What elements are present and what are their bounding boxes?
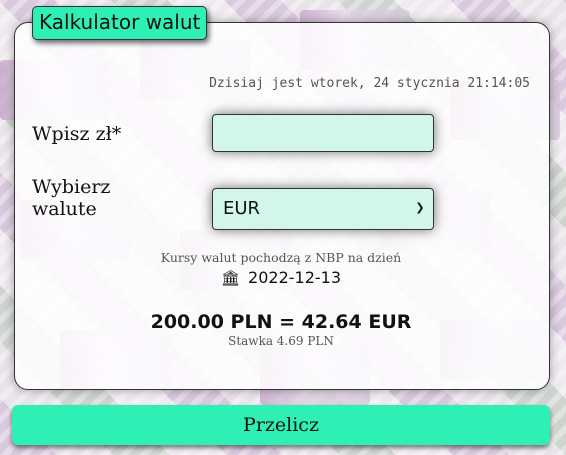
currency-selected-value: EUR (223, 198, 261, 219)
exchange-rate-text: Stawka 4.69 PLN (228, 334, 334, 348)
currency-label: Wybierz walute (32, 176, 111, 220)
amount-label: Wpisz zł* (32, 123, 122, 145)
currency-select[interactable]: EUR ❯ (212, 188, 434, 230)
amount-input[interactable] (212, 114, 434, 152)
bank-icon: 🏛 (220, 269, 241, 287)
chevron-down-icon: ❯ (415, 201, 425, 214)
current-date-text: Dzisiaj jest wtorek, 24 stycznia 21:14:0… (209, 76, 530, 91)
rates-source-text: Kursy walut pochodzą z NBP na dzień (160, 250, 402, 265)
rates-date-row: 🏛 2022-12-13 (150, 268, 412, 287)
rates-date: 2022-12-13 (248, 268, 342, 287)
conversion-result: 200.00 PLN = 42.64 EUR (150, 311, 412, 333)
app-title: Kalkulator walut (32, 6, 208, 40)
convert-button[interactable]: Przelicz (12, 405, 550, 445)
